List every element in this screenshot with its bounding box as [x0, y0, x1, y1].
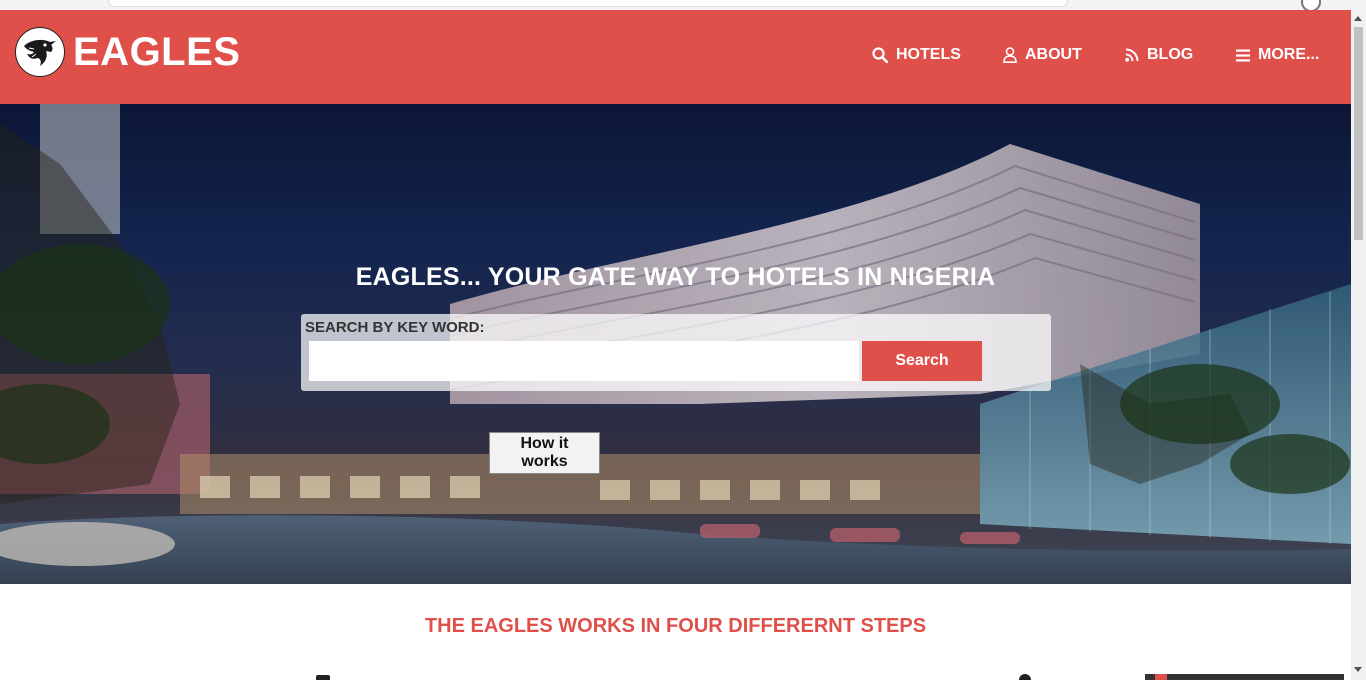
- step-icon-peek: [316, 675, 330, 680]
- steps-heading: THE EAGLES WORKS IN FOUR DIFFERERNT STEP…: [424, 615, 927, 637]
- step-icon-peek: [1019, 674, 1031, 680]
- nav-blog-link[interactable]: BLOG: [1125, 46, 1193, 64]
- how-it-works-button[interactable]: How it works: [489, 432, 600, 474]
- nav-hotels-link[interactable]: HOTELS: [872, 46, 961, 64]
- scroll-up-arrow-icon[interactable]: [1354, 16, 1362, 21]
- nav-about-label: ABOUT: [1025, 46, 1082, 63]
- scrollbar-thumb[interactable]: [1354, 27, 1363, 240]
- page-scrollbar[interactable]: [1351, 10, 1366, 680]
- nav-blog-label: BLOG: [1147, 46, 1194, 63]
- menu-icon: [1236, 49, 1250, 61]
- search-panel: SEARCH BY KEY WORD: Search: [301, 314, 1051, 391]
- main-nav: HOTELS ABOUT BLOG MORE...: [0, 46, 1351, 68]
- search-button[interactable]: Search: [862, 341, 982, 381]
- nav-more-link[interactable]: MORE...: [1236, 46, 1319, 64]
- top-navbar: EAGLES HOTELS ABOUT BLOG MORE...: [0, 10, 1351, 104]
- search-icon: [872, 47, 888, 63]
- nav-hotels-label: HOTELS: [896, 46, 961, 63]
- address-bar[interactable]: [108, 0, 1068, 7]
- user-icon: [1003, 47, 1017, 63]
- nav-more-label: MORE...: [1258, 46, 1320, 63]
- search-input[interactable]: [309, 341, 859, 381]
- scroll-down-arrow-icon[interactable]: [1354, 667, 1362, 672]
- step-image-peek: [1145, 674, 1344, 680]
- hero-section: EAGLES... YOUR GATE WAY TO HOTELS IN NIG…: [0, 104, 1351, 584]
- search-label: SEARCH BY KEY WORD:: [305, 319, 485, 336]
- hero-title: EAGLES... YOUR GATE WAY TO HOTELS IN NIG…: [355, 263, 996, 291]
- rss-icon: [1125, 48, 1139, 62]
- nav-about-link[interactable]: ABOUT: [1003, 46, 1082, 64]
